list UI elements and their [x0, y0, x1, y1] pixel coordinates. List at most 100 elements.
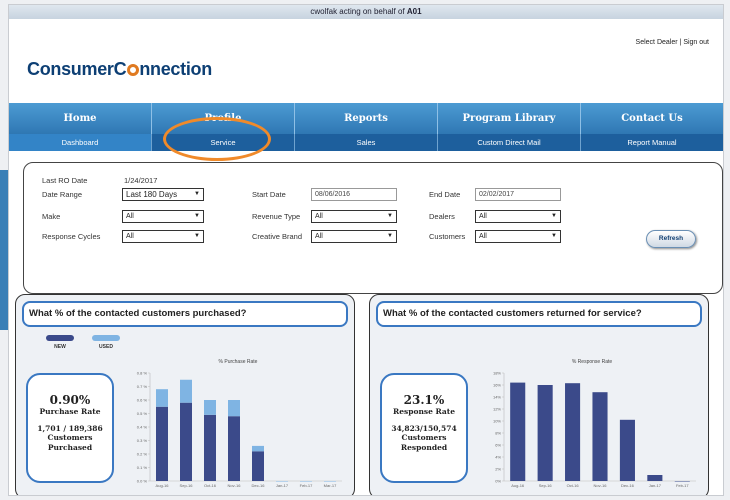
consumer-connection-logo[interactable]: ConsumerC nnection: [27, 59, 212, 80]
y-tick-label: 4%: [495, 455, 501, 460]
refresh-button[interactable]: Refresh: [646, 230, 696, 248]
nav-home[interactable]: Home: [9, 103, 152, 134]
y-tick-label: 0%: [495, 479, 501, 484]
subnav-service[interactable]: Service: [152, 134, 295, 151]
nav-profile[interactable]: Profile: [152, 103, 295, 134]
sub-nav: Dashboard Service Sales Custom Direct Ma…: [9, 134, 723, 151]
y-tick-label: 0.1 %: [137, 465, 148, 470]
end-date-label: End Date: [429, 190, 461, 199]
service-question: What % of the contacted customers return…: [376, 301, 702, 327]
main-nav: Home Profile Reports Program Library Con…: [9, 103, 723, 134]
revenue-type-select[interactable]: All ▼: [311, 210, 397, 223]
response-rate-value: 23.1%: [403, 393, 445, 407]
x-tick-label: Nov-16: [594, 483, 608, 488]
y-tick-label: 8%: [495, 431, 501, 436]
x-tick-label: Jan-17: [276, 483, 289, 488]
bar: [537, 385, 553, 481]
bar: [647, 475, 663, 481]
end-date-input[interactable]: 02/02/2017: [475, 188, 561, 201]
last-ro-value: 1/24/2017: [124, 176, 158, 185]
y-tick-label: 0.6 %: [137, 398, 148, 403]
revenue-type-value: All: [315, 213, 323, 220]
legend-used-swatch: [92, 335, 120, 341]
bar: [565, 383, 581, 481]
date-range-select[interactable]: Last 180 Days ▼: [122, 188, 204, 201]
responded-label: Responded: [400, 443, 448, 452]
header: ConsumerC nnection Select Dealer | Sign o…: [9, 19, 723, 103]
y-tick-label: 14%: [493, 395, 501, 400]
sign-out-link[interactable]: Sign out: [683, 39, 709, 46]
app-window: cwolfak acting on behalf of A01 Consumer…: [8, 4, 724, 496]
creative-brand-label: Creative Brand: [252, 232, 303, 241]
response-cycles-select[interactable]: All ▼: [122, 230, 204, 243]
response-cycles-label: Response Cycles: [42, 232, 101, 241]
purchase-rate-card: 0.90% Purchase Rate 1,701 / 189,386 Cust…: [26, 373, 114, 483]
bar: [674, 481, 690, 482]
bar: [180, 402, 192, 481]
x-tick-label: Mar-17: [324, 483, 337, 488]
last-ro-label: Last RO Date: [42, 176, 88, 185]
purchase-rate-value: 0.90%: [49, 393, 91, 407]
bar: [180, 379, 192, 403]
subnav-dashboard[interactable]: Dashboard: [9, 134, 152, 151]
logo-text-2: nnection: [139, 59, 212, 79]
dropdown-arrow-icon: ▼: [387, 213, 393, 219]
nav-reports[interactable]: Reports: [295, 103, 438, 134]
bar: [252, 451, 264, 481]
customers-select[interactable]: All ▼: [475, 230, 561, 243]
y-tick-label: 16%: [493, 383, 501, 388]
creative-brand-select[interactable]: All ▼: [311, 230, 397, 243]
y-tick-label: 0.7 %: [137, 384, 148, 389]
subnav-report-manual[interactable]: Report Manual: [581, 134, 723, 151]
y-tick-label: 0.4 %: [137, 425, 148, 430]
customers-label: Customers: [401, 433, 447, 442]
x-tick-label: Sep-16: [539, 483, 553, 488]
customers-label: Customers: [429, 232, 466, 241]
x-tick-label: Feb-17: [300, 483, 313, 488]
dealers-value: All: [479, 213, 487, 220]
legend-new-label: NEW: [54, 344, 66, 350]
dropdown-arrow-icon: ▼: [194, 191, 200, 197]
subnav-sales[interactable]: Sales: [295, 134, 438, 151]
purchase-panel: What % of the contacted customers purcha…: [15, 294, 355, 495]
dealers-label: Dealers: [429, 212, 455, 221]
revenue-type-label: Revenue Type: [252, 212, 301, 221]
make-select[interactable]: All ▼: [122, 210, 204, 223]
y-tick-label: 18%: [493, 371, 501, 376]
link-separator: |: [679, 39, 682, 46]
dealers-select[interactable]: All ▼: [475, 210, 561, 223]
logo-o-icon: [126, 64, 139, 76]
y-tick-label: 0.5 %: [137, 411, 148, 416]
x-tick-label: Dec-16: [621, 483, 635, 488]
response-rate-label: Response Rate: [392, 407, 456, 416]
purchase-fraction: 1,701 / 189,386: [37, 424, 103, 433]
purchase-rate-chart: % Purchase Rate 0.0 % 0.1 % 0.2 % 0.3 % 0.4 %…: [137, 359, 342, 488]
response-cycles-value: All: [126, 233, 134, 240]
y-tick-label: 6%: [495, 443, 501, 448]
legend-new-swatch: [46, 335, 74, 341]
chart-legend: NEW USED: [46, 335, 120, 350]
bar: [592, 392, 608, 481]
bar: [252, 445, 264, 452]
purchase-rate-label: Purchase Rate: [39, 407, 101, 416]
x-tick-label: Oct-16: [567, 483, 580, 488]
bar: [156, 406, 168, 481]
nav-contact-us[interactable]: Contact Us: [581, 103, 723, 134]
y-tick-label: 0.8 %: [137, 371, 148, 376]
dropdown-arrow-icon: ▼: [551, 233, 557, 239]
subnav-custom-direct-mail[interactable]: Custom Direct Mail: [438, 134, 581, 151]
logo-text-1: Consumer: [27, 59, 114, 79]
service-panel: What % of the contacted customers return…: [369, 294, 709, 495]
start-date-label: Start Date: [252, 190, 286, 199]
bar: [276, 481, 288, 482]
account-links: Select Dealer | Sign out: [636, 39, 709, 46]
bar: [300, 481, 312, 482]
bar: [156, 389, 168, 407]
response-rate-card: 23.1% Response Rate 34,823/150,574 Custo…: [380, 373, 468, 483]
start-date-input[interactable]: 08/06/2016: [311, 188, 397, 201]
acting-text: cwolfak acting on behalf of: [310, 7, 407, 16]
select-dealer-link[interactable]: Select Dealer: [636, 39, 678, 46]
y-tick-label: 0.3 %: [137, 438, 148, 443]
nav-program-library[interactable]: Program Library: [438, 103, 581, 134]
bar: [510, 382, 526, 481]
